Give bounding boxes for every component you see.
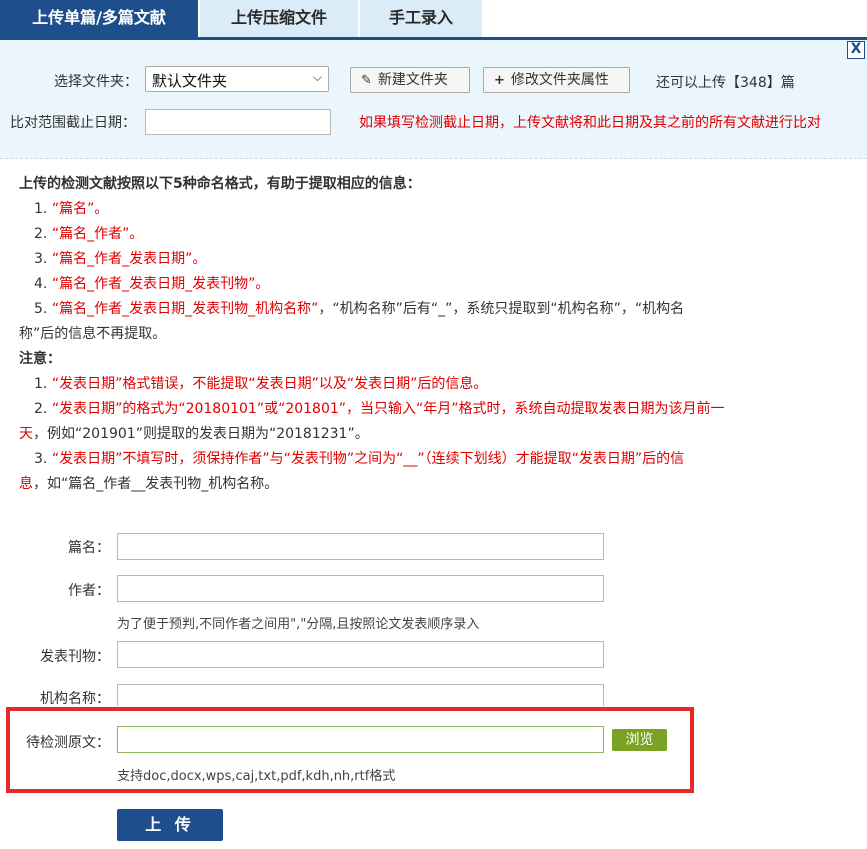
- settings-panel: [0, 40, 867, 159]
- close-icon[interactable]: X: [847, 41, 865, 59]
- note-item-continued: 息，如“篇名_作者__发表刊物_机构名称。: [19, 476, 279, 492]
- format-item: 1. “篇名”。: [34, 201, 109, 217]
- title-label: 篇名：: [68, 540, 110, 556]
- notes-heading: 注意：: [19, 351, 61, 367]
- plus-icon: +: [494, 73, 505, 88]
- folder-select-value: 默认文件夹: [152, 72, 228, 90]
- note-item: 2. “发表日期”的格式为“20180101”或“201801”，当只输入“年月…: [34, 401, 725, 417]
- file-input[interactable]: [117, 726, 604, 753]
- note-item-continued: 天，例如“201901”则提取的发表日期为“20181231”。: [19, 426, 369, 442]
- format-item: 5. “篇名_作者_发表日期_发表刊物_机构名称”，“机构名称”后有“_”，系统…: [34, 301, 685, 317]
- title-input[interactable]: [117, 533, 604, 560]
- format-item: 3. “篇名_作者_发表日期”。: [34, 251, 207, 267]
- author-label: 作者：: [68, 583, 110, 599]
- pencil-icon: ✎: [361, 73, 372, 88]
- new-folder-label: 新建文件夹: [377, 72, 448, 88]
- note-item: 1. “发表日期”格式错误，不能提取“发表日期”以及“发表日期”后的信息。: [34, 376, 488, 392]
- file-label: 待检测原文：: [26, 735, 110, 751]
- note-item: 3. “发表日期”不填写时，须保持作者”与“发表刊物”之间为“__”（连续下划线…: [34, 451, 685, 467]
- chevron-down-icon: ⌵: [312, 70, 322, 84]
- format-item: 2. “篇名_作者”。: [34, 226, 144, 242]
- author-hint: 为了便于预判,不同作者之间用","分隔,且按照论文发表顺序录入: [117, 617, 480, 632]
- edit-folder-button[interactable]: + 修改文件夹属性: [483, 67, 630, 93]
- folder-select[interactable]: 默认文件夹 ⌵: [145, 66, 329, 92]
- upload-button[interactable]: 上 传: [117, 809, 223, 841]
- tab-bar: 上传单篇/多篇文献 上传压缩文件 手工录入: [0, 0, 867, 40]
- folder-label: 选择文件夹：: [54, 74, 138, 90]
- remaining-count: 还可以上传【348】篇: [656, 75, 795, 91]
- cutoff-date-input[interactable]: [145, 109, 331, 135]
- tab-upload-archive[interactable]: 上传压缩文件: [200, 0, 358, 37]
- instructions-heading: 上传的检测文献按照以下5种命名格式，有助于提取相应的信息：: [19, 176, 421, 192]
- date-label: 比对范围截止日期：: [10, 115, 136, 131]
- naming-instructions: 上传的检测文献按照以下5种命名格式，有助于提取相应的信息： 1. “篇名”。 2…: [19, 172, 819, 497]
- browse-button[interactable]: 浏览: [612, 729, 667, 751]
- organization-label: 机构名称：: [40, 691, 110, 707]
- tab-upload-single-multiple[interactable]: 上传单篇/多篇文献: [0, 0, 198, 37]
- tab-manual-entry[interactable]: 手工录入: [360, 0, 482, 37]
- edit-folder-label: 修改文件夹属性: [510, 72, 609, 88]
- journal-label: 发表刊物：: [40, 649, 110, 665]
- journal-input[interactable]: [117, 641, 604, 668]
- file-format-hint: 支持doc,docx,wps,caj,txt,pdf,kdh,nh,rtf格式: [117, 769, 396, 784]
- format-item-continued: 称”后的信息不再提取。: [19, 326, 167, 342]
- organization-input[interactable]: [117, 684, 604, 706]
- date-hint: 如果填写检测截止日期，上传文献将和此日期及其之前的所有文献进行比对: [359, 115, 821, 131]
- format-item: 4. “篇名_作者_发表日期_发表刊物”。: [34, 276, 270, 292]
- author-input[interactable]: [117, 575, 604, 602]
- new-folder-button[interactable]: ✎ 新建文件夹: [350, 67, 470, 93]
